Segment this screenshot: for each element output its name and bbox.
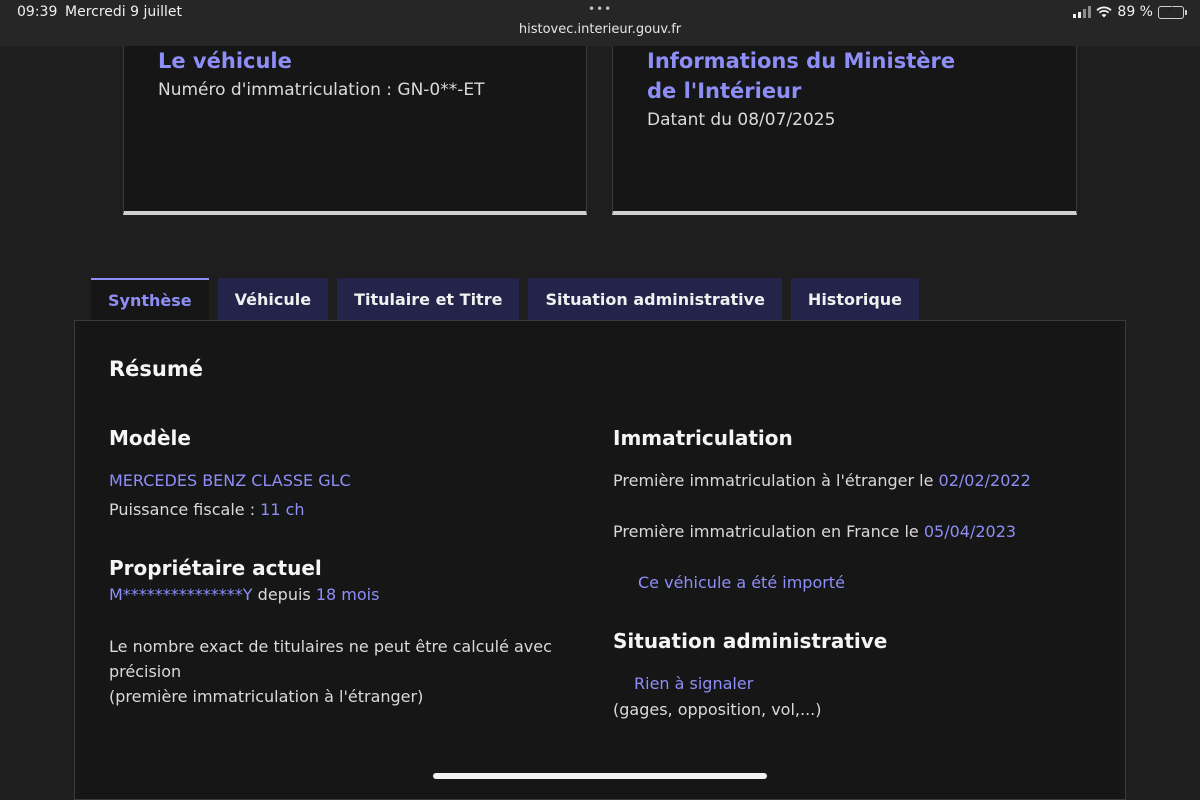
status-indicators: 89 % ⚡ xyxy=(1073,4,1187,20)
address-bar-url[interactable]: histovec.interieur.gouv.fr xyxy=(0,22,1200,37)
ministry-card: Informations du Ministère de l'Intérieur… xyxy=(612,46,1077,215)
status-date: Mercredi 9 juillet xyxy=(65,4,183,20)
owner-name: M***************Y xyxy=(109,585,253,604)
admin-details: (gages, opposition, vol,...) xyxy=(613,700,822,719)
owner-since-value: 18 mois xyxy=(315,585,380,604)
tab-historique[interactable]: Historique xyxy=(790,278,920,320)
summary-panel: Résumé Modèle MERCEDES BENZ CLASSE GLC P… xyxy=(74,320,1126,800)
wifi-icon xyxy=(1096,6,1113,18)
foreign-registration-label: Première immatriculation à l'étranger le xyxy=(613,471,939,490)
data-date-text: Datant du 08/07/2025 xyxy=(647,110,836,130)
home-indicator[interactable] xyxy=(433,773,767,779)
france-registration: Première immatriculation en France le 05… xyxy=(613,522,1016,541)
summary-heading: Résumé xyxy=(109,357,203,381)
france-registration-label: Première immatriculation en France le xyxy=(613,522,924,541)
battery-icon: ⚡ xyxy=(1158,5,1187,19)
owner-line: M***************Y depuis 18 mois xyxy=(109,585,379,604)
owner-note: Le nombre exact de titulaires ne peut êt… xyxy=(109,634,579,709)
battery-percent: 89 % xyxy=(1117,4,1153,20)
model-heading: Modèle xyxy=(109,426,191,450)
fiscal-power-label: Puissance fiscale : xyxy=(109,500,261,519)
signal-icon xyxy=(1073,6,1092,18)
plate-number-text: Numéro d'immatriculation : GN-0**-ET xyxy=(158,80,485,100)
fiscal-power: Puissance fiscale : 11 ch xyxy=(109,500,305,519)
owner-note-line1: Le nombre exact de titulaires ne peut êt… xyxy=(109,637,552,681)
owner-note-line2: (première immatriculation à l'étranger) xyxy=(109,687,424,706)
vehicle-card-title: Le véhicule xyxy=(158,49,292,73)
fiscal-power-value: 11 ch xyxy=(260,500,305,519)
owner-since-label: depuis xyxy=(252,585,316,604)
ministry-card-title: Informations du Ministère de l'Intérieur xyxy=(647,49,956,103)
france-registration-date: 05/04/2023 xyxy=(923,522,1017,541)
owner-heading: Propriétaire actuel xyxy=(109,556,322,580)
model-name: MERCEDES BENZ CLASSE GLC xyxy=(109,471,351,490)
admin-heading: Situation administrative xyxy=(613,629,888,653)
admin-status: Rien à signaler xyxy=(634,674,754,693)
status-bar: 09:39 Mercredi 9 juillet ••• histovec.in… xyxy=(0,0,1200,46)
status-time: 09:39 xyxy=(17,4,58,20)
tab-situation-administrative[interactable]: Situation administrative xyxy=(528,278,782,320)
foreign-registration-date: 02/02/2022 xyxy=(938,471,1031,490)
tab-synthese[interactable]: Synthèse xyxy=(91,278,209,320)
tab-titulaire-et-titre[interactable]: Titulaire et Titre xyxy=(337,278,520,320)
tab-vehicule[interactable]: Véhicule xyxy=(217,278,329,320)
imported-notice: Ce véhicule a été importé xyxy=(638,573,845,592)
vehicle-card: Le véhicule Numéro d'immatriculation : G… xyxy=(123,46,587,215)
foreign-registration: Première immatriculation à l'étranger le… xyxy=(613,471,1031,490)
registration-heading: Immatriculation xyxy=(613,426,793,450)
tab-bar: Synthèse Véhicule Titulaire et Titre Sit… xyxy=(91,278,920,320)
more-dots-icon[interactable]: ••• xyxy=(588,2,612,16)
